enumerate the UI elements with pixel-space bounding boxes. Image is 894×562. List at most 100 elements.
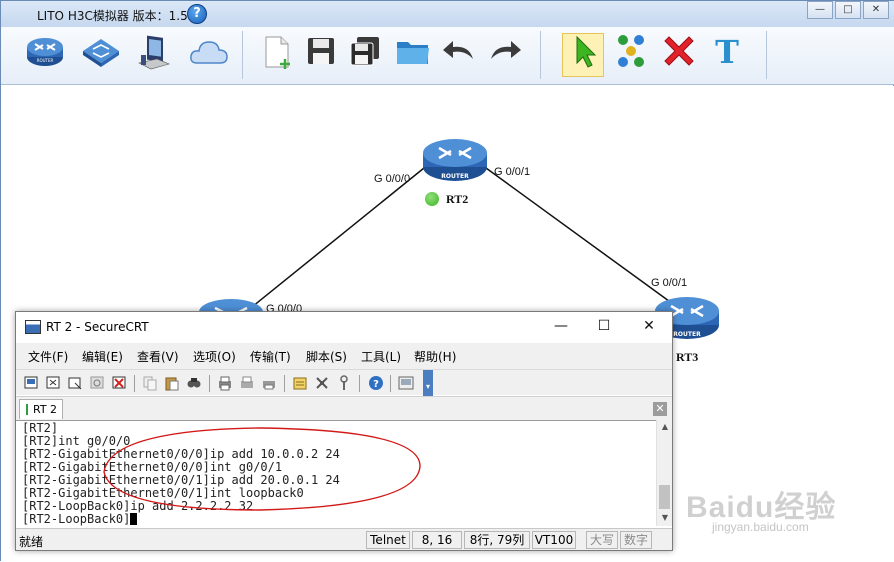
crt-minimize-button[interactable]: — [550,316,572,336]
status-num-lock: 数字 [620,531,652,549]
toolbar-separator [390,375,391,392]
minimize-button[interactable]: — [807,1,833,19]
main-toolbar: ROUTER T [1,27,894,85]
connect-tab-icon[interactable] [67,375,83,391]
menu-help[interactable]: 帮助(H) [414,348,456,365]
securecrt-window: RT 2 - SecureCRT — ☐ ✕ 文件(F) 编辑(E) 查看(V)… [15,311,673,551]
connect-icon[interactable] [611,31,651,71]
terminal-output[interactable]: [RT2] [RT2]int g0/0/0 [RT2-GigabitEthern… [16,420,656,526]
reconnect-icon[interactable] [89,375,105,391]
terminal-line: [RT2]int g0/0/0 [22,434,131,448]
session-options-icon[interactable] [292,375,308,391]
menu-edit[interactable]: 编辑(E) [82,348,123,365]
terminal-line: [RT2-GigabitEthernet0/0/1]ip add 20.0.0.… [22,473,340,487]
maximize-button[interactable]: □ [835,1,861,19]
svg-text:?: ? [373,379,379,390]
rt3-port-label: G 0/0/1 [651,277,688,289]
undo-icon[interactable] [439,31,479,71]
menu-script[interactable]: 脚本(S) [306,348,347,365]
terminal-scrollbar[interactable]: ▲ ▼ [656,420,672,526]
terminal-prompt: [RT2-LoopBack0] [22,512,131,526]
scroll-down-icon[interactable]: ▼ [660,513,670,523]
router-icon[interactable]: ROUTER [25,31,65,71]
svg-text:ROUTER: ROUTER [441,173,469,180]
pc-icon[interactable] [135,31,175,71]
text-icon[interactable]: T [707,31,747,71]
terminal-prompt-line: [RT2-LoopBack0] [22,512,138,526]
crt-title-bar: RT 2 - SecureCRT — ☐ ✕ [16,312,672,342]
terminal-line: [RT2-GigabitEthernet0/0/0]ip add 10.0.0.… [22,447,340,461]
help-icon[interactable]: ? [187,4,207,24]
crt-toolbar: ? ▾ [16,369,672,396]
toolbar-separator [134,375,135,392]
disconnect-icon[interactable] [111,375,127,391]
save-as-icon[interactable] [345,31,385,71]
svg-text:T: T [715,33,739,71]
crt-status-bar: 就绪 Telnet 8, 16 8行, 79列 VT100 大写 数字 [16,528,672,550]
terminal-line: [RT2] [22,421,59,435]
terminal-line: [RT2-GigabitEthernet0/0/1]int loopback0 [22,486,304,500]
menu-file[interactable]: 文件(F) [28,348,68,365]
status-rows-cols: 8行, 79列 [464,531,530,549]
keymap-icon[interactable] [398,375,414,391]
rt3-label: RT3 [676,350,699,364]
close-button[interactable]: ✕ [863,1,889,19]
crt-maximize-button[interactable]: ☐ [593,316,615,336]
terminal-line: [RT2-GigabitEthernet0/0/0]int g0/0/1 [22,460,283,474]
scroll-up-icon[interactable]: ▲ [660,422,670,432]
rt2-status-dot [425,192,439,206]
menu-tools[interactable]: 工具(L) [361,348,401,365]
connect-session-icon[interactable] [23,375,39,391]
router-rt2-icon[interactable]: ROUTER [421,133,489,183]
crt-tab-bar: RT 2 ✕ [16,396,672,420]
redo-icon[interactable] [485,31,525,71]
terminal-cursor [130,513,138,525]
status-caps-lock: 大写 [586,531,618,549]
watermark-url: jingyan.baidu.com [712,520,809,534]
switch-icon[interactable] [81,31,121,71]
tab-connected-indicator [26,404,28,415]
open-folder-icon[interactable] [393,31,433,71]
status-ready: 就绪 [19,535,44,549]
status-cursor-position: 8, 16 [412,531,462,549]
link-rt2-rt3 [485,167,674,305]
tab-close-icon[interactable]: ✕ [653,402,667,416]
baidu-watermark: Baidu经验 jingyan.baidu.com [686,482,836,534]
print-icon[interactable] [217,375,233,391]
print-setup-icon[interactable] [261,375,277,391]
crt-menu-bar: 文件(F) 编辑(E) 查看(V) 选项(O) 传输(T) 脚本(S) 工具(L… [16,343,672,369]
new-file-icon[interactable] [257,31,297,71]
toolbar-separator [209,375,210,392]
menu-options[interactable]: 选项(O) [193,348,236,365]
global-options-icon[interactable] [314,375,330,391]
toolbar-overflow-chevron-icon[interactable]: ▾ [423,370,433,396]
copy-icon[interactable] [142,375,158,391]
crt-window-title: RT 2 - SecureCRT [46,320,149,334]
svg-text:ROUTER: ROUTER [37,58,54,63]
menu-transfer[interactable]: 传输(T) [250,348,291,365]
print-selection-icon[interactable] [239,375,255,391]
rt2-port-left-label: G 0/0/0 [374,173,411,185]
key-icon[interactable] [336,375,352,391]
help-question-icon[interactable]: ? [368,375,384,391]
app-title: LITO H3C模拟器 版本：1.5.2 [37,9,200,23]
tab-rt2[interactable]: RT 2 [19,399,63,419]
scroll-thumb[interactable] [659,485,670,509]
menu-view[interactable]: 查看(V) [137,348,179,365]
status-protocol: Telnet [366,531,410,549]
crt-close-button[interactable]: ✕ [638,316,660,336]
toolbar-separator [359,375,360,392]
tab-rt2-label: RT 2 [33,403,58,416]
toolbar-separator [284,375,285,392]
link-rt1-rt2 [246,167,425,312]
save-icon[interactable] [301,31,341,71]
select-pointer-icon[interactable] [564,31,604,71]
cloud-icon[interactable] [189,31,229,71]
terminal-line: [RT2-LoopBack0]ip add 2.2.2.2 32 [22,499,254,513]
quick-connect-icon[interactable] [45,375,61,391]
find-icon[interactable] [186,375,202,391]
rt2-label: RT2 [446,192,469,206]
paste-icon[interactable] [164,375,180,391]
delete-icon[interactable] [659,31,699,71]
app-title-bar: LITO H3C模拟器 版本：1.5.2 ? — □ ✕ [1,1,894,27]
